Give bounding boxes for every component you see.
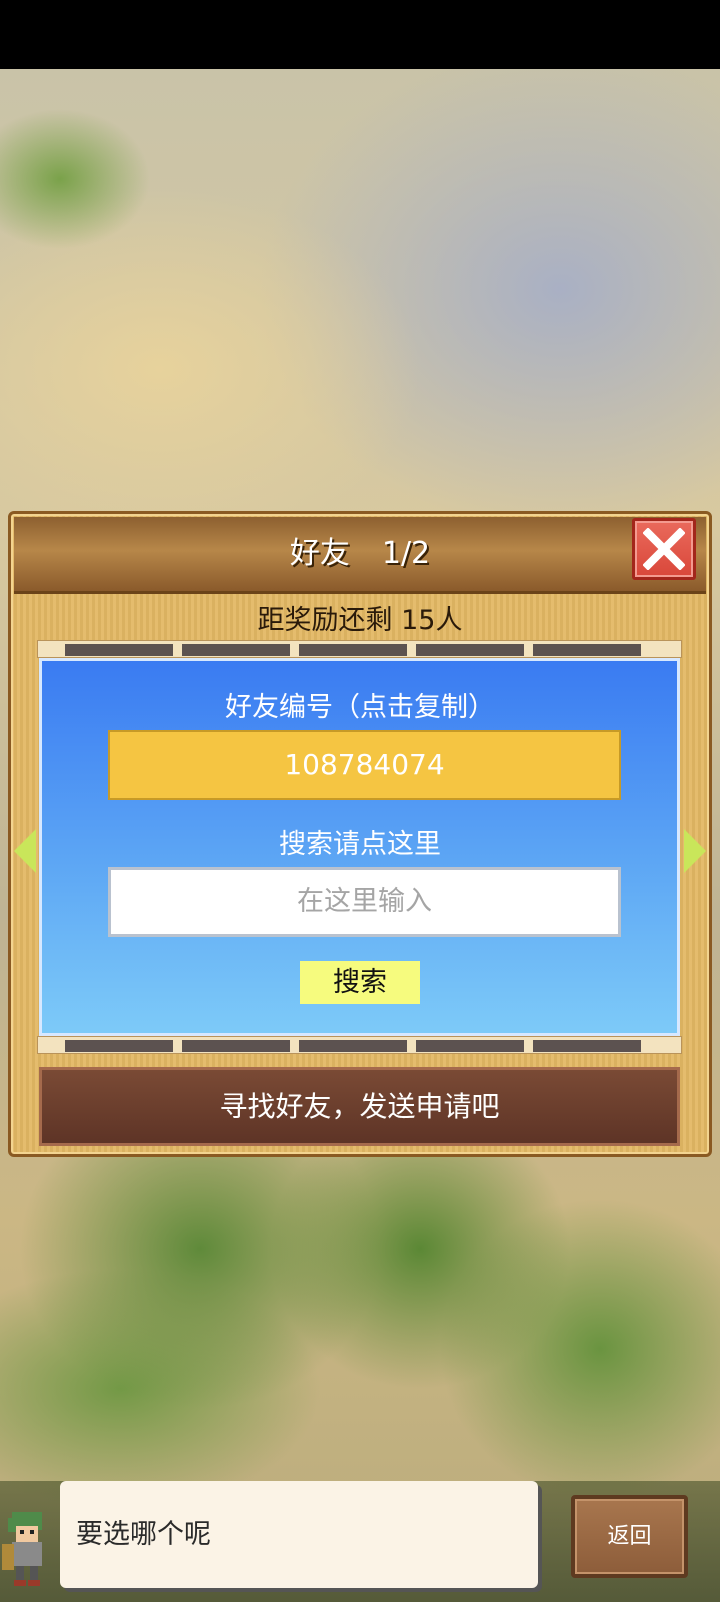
character-avatar bbox=[2, 1512, 42, 1586]
find-friend-button[interactable]: 寻找好友，发送申请吧 bbox=[39, 1067, 680, 1146]
panel-header: 好友 1/2 bbox=[14, 517, 706, 594]
slot bbox=[416, 1040, 524, 1052]
close-icon bbox=[643, 528, 685, 570]
reward-remaining-text: 距奖励还剩 15人 bbox=[257, 605, 463, 636]
slot bbox=[533, 644, 641, 656]
close-button[interactable] bbox=[632, 518, 696, 580]
slot-strip-bottom bbox=[37, 1036, 682, 1054]
arrow-left-icon[interactable] bbox=[14, 829, 36, 873]
slot bbox=[533, 1040, 641, 1052]
friend-id-label: 好友编号（点击复制） bbox=[225, 692, 495, 723]
search-input[interactable]: 在这里输入 bbox=[108, 867, 621, 937]
panel-title: 好友 1/2 bbox=[14, 517, 706, 591]
slot bbox=[182, 644, 290, 656]
title-label: 好友 bbox=[289, 536, 350, 571]
slot bbox=[299, 1040, 407, 1052]
friend-id-copy-button[interactable]: 108784074 bbox=[108, 730, 621, 800]
slot bbox=[65, 1040, 173, 1052]
arrow-right-icon[interactable] bbox=[684, 829, 706, 873]
search-button[interactable]: 搜索 bbox=[300, 961, 420, 1004]
status-bar bbox=[0, 0, 720, 69]
speech-bubble: 要选哪个呢 bbox=[60, 1481, 538, 1588]
slot bbox=[299, 644, 407, 656]
slot bbox=[416, 644, 524, 656]
search-label: 搜索请点这里 bbox=[279, 829, 441, 860]
slot-strip-top bbox=[37, 640, 682, 658]
slot bbox=[182, 1040, 290, 1052]
slot bbox=[65, 644, 173, 656]
page-indicator: 1/2 bbox=[381, 536, 431, 571]
back-button[interactable]: 返回 bbox=[571, 1495, 688, 1578]
